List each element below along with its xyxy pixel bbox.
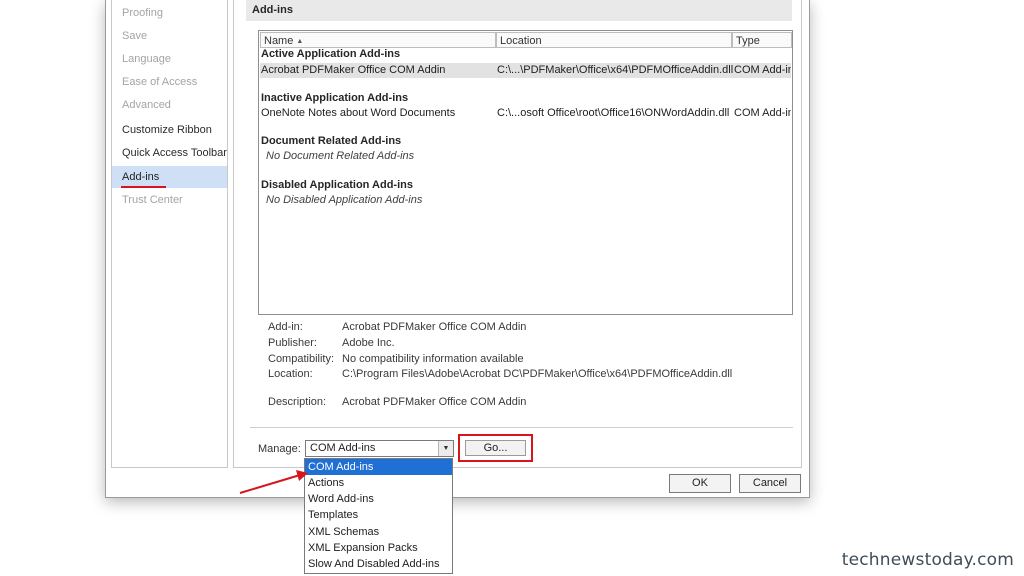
options-sidebar: Proofing Save Language Ease of Access Ad… xyxy=(111,0,228,468)
dropdown-option-slow-and-disabled[interactable]: Slow And Disabled Add-ins xyxy=(305,556,452,572)
detail-label: Location: xyxy=(268,368,313,380)
manage-dropdown-list: COM Add-ins Actions Word Add-ins Templat… xyxy=(304,458,453,574)
divider xyxy=(250,427,793,428)
detail-value: C:\Program Files\Adobe\Acrobat DC\PDFMak… xyxy=(342,368,733,380)
add-ins-panel: Add-ins Name ▲ Location Type Active Appli… xyxy=(233,0,802,468)
red-arrow-annotation xyxy=(239,470,308,494)
dropdown-option-templates[interactable]: Templates xyxy=(305,507,452,523)
column-header-location[interactable]: Location xyxy=(496,32,732,48)
dropdown-option-actions[interactable]: Actions xyxy=(305,475,452,491)
sidebar-item-trust-center[interactable]: Trust Center xyxy=(112,189,227,211)
chevron-down-icon[interactable]: ▼ xyxy=(438,441,453,456)
sidebar-item-language[interactable]: Language xyxy=(112,48,227,70)
sidebar-item-quick-access-toolbar[interactable]: Quick Access Toolbar xyxy=(112,142,227,164)
sidebar-item-customize-ribbon[interactable]: Customize Ribbon xyxy=(112,119,227,141)
sidebar-item-add-ins[interactable]: Add-ins xyxy=(112,166,227,188)
red-underline-annotation xyxy=(121,186,166,188)
manage-select-value: COM Add-ins xyxy=(310,442,376,454)
sidebar-item-proofing[interactable]: Proofing xyxy=(112,2,227,24)
cancel-button[interactable]: Cancel xyxy=(739,474,801,493)
word-options-dialog: Proofing Save Language Ease of Access Ad… xyxy=(105,0,810,498)
table-row[interactable]: OneNote Notes about Word Documents C:\..… xyxy=(260,106,791,121)
empty-note-disabled: No Disabled Application Add-ins xyxy=(266,194,423,206)
cell-type: COM Add-in xyxy=(734,107,791,119)
group-title-disabled: Disabled Application Add-ins xyxy=(261,179,413,191)
detail-value: Adobe Inc. xyxy=(342,337,395,349)
sidebar-item-label: Add-ins xyxy=(122,171,160,183)
dropdown-option-xml-expansion-packs[interactable]: XML Expansion Packs xyxy=(305,540,452,556)
go-button-highlight: Go... xyxy=(458,434,533,462)
table-row[interactable]: Acrobat PDFMaker Office COM Addin C:\...… xyxy=(260,63,791,78)
sidebar-item-ease-of-access[interactable]: Ease of Access xyxy=(112,71,227,93)
cell-name: Acrobat PDFMaker Office COM Addin xyxy=(261,64,446,76)
manage-select[interactable]: COM Add-ins ▼ xyxy=(305,440,454,457)
column-header-name[interactable]: Name ▲ xyxy=(260,32,496,48)
column-header-label: Name xyxy=(264,35,294,47)
detail-value: No compatibility information available xyxy=(342,353,524,365)
add-ins-list[interactable]: Name ▲ Location Type Active Application A… xyxy=(258,30,793,315)
column-header-type[interactable]: Type xyxy=(732,32,792,48)
dropdown-option-word-add-ins[interactable]: Word Add-ins xyxy=(305,491,452,507)
watermark: technewstoday.com xyxy=(841,550,1014,570)
detail-label: Add-in: xyxy=(268,321,303,333)
section-title: Add-ins xyxy=(246,0,792,21)
sidebar-item-save[interactable]: Save xyxy=(112,25,227,47)
detail-value: Acrobat PDFMaker Office COM Addin xyxy=(342,321,527,333)
group-title-document: Document Related Add-ins xyxy=(261,135,402,147)
sidebar-item-advanced[interactable]: Advanced xyxy=(112,94,227,116)
cell-location: C:\...\PDFMaker\Office\x64\PDFMOfficeAdd… xyxy=(497,64,733,76)
cell-name: OneNote Notes about Word Documents xyxy=(261,107,456,119)
sort-ascending-icon: ▲ xyxy=(296,38,304,45)
empty-note-document: No Document Related Add-ins xyxy=(266,150,415,162)
group-title-inactive: Inactive Application Add-ins xyxy=(261,92,409,104)
dropdown-option-xml-schemas[interactable]: XML Schemas xyxy=(305,524,452,540)
dropdown-option-com-add-ins[interactable]: COM Add-ins xyxy=(305,459,452,475)
cell-type: COM Add-in xyxy=(734,64,791,76)
detail-label: Publisher: xyxy=(268,337,317,349)
ok-button[interactable]: OK xyxy=(669,474,731,493)
detail-label: Compatibility: xyxy=(268,353,335,365)
detail-value: Acrobat PDFMaker Office COM Addin xyxy=(342,396,527,408)
group-title-active: Active Application Add-ins xyxy=(261,48,401,60)
detail-label: Description: xyxy=(268,396,327,408)
manage-label: Manage: xyxy=(258,443,301,455)
cell-location: C:\...osoft Office\root\Office16\ONWordA… xyxy=(497,107,730,119)
go-button[interactable]: Go... xyxy=(465,440,526,456)
